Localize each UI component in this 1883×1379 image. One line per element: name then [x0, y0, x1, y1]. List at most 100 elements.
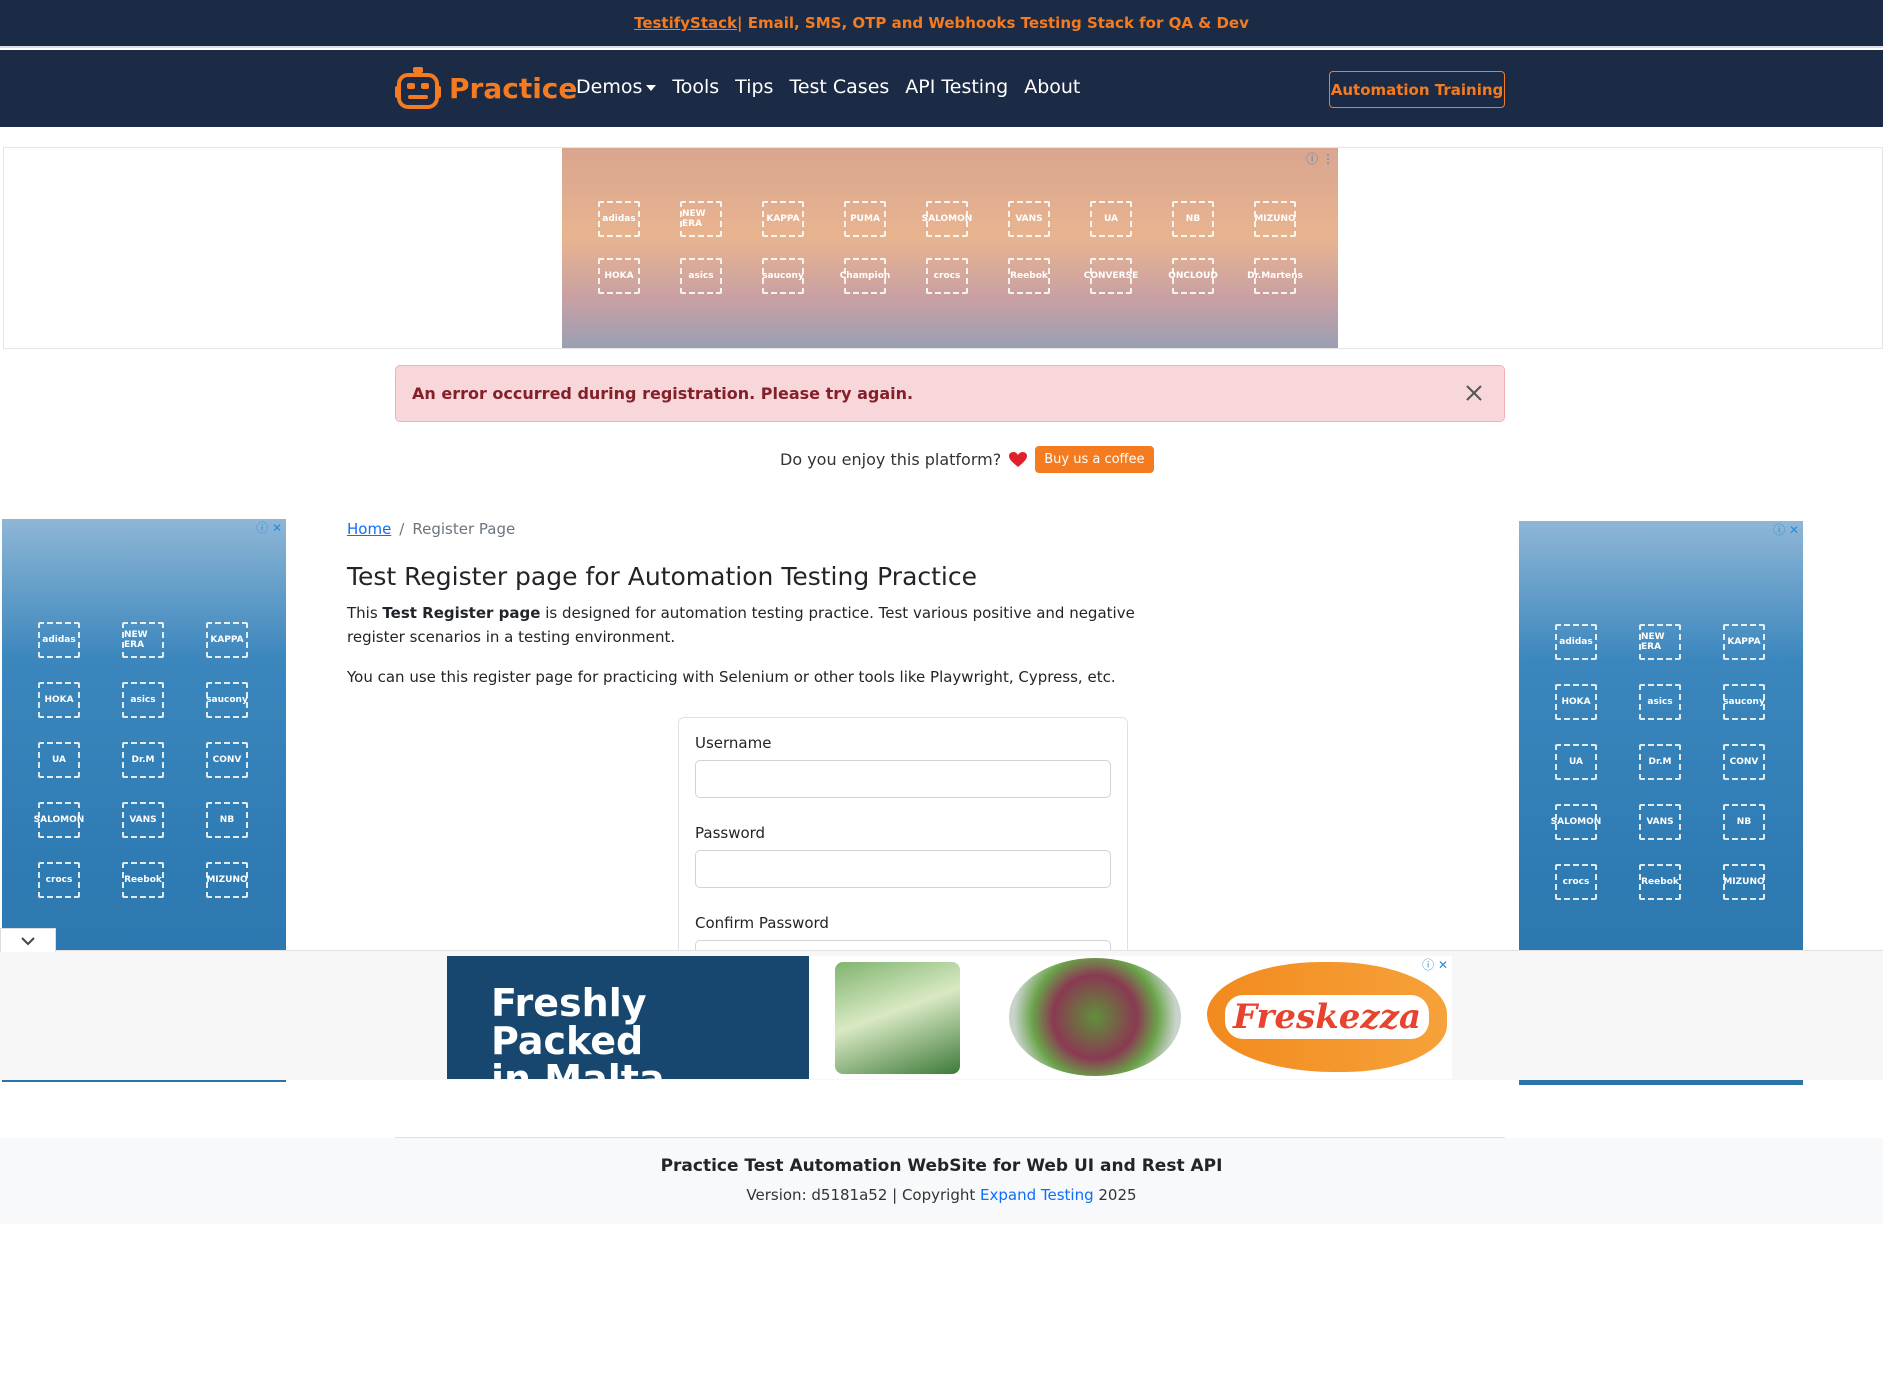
- top-ad-r1-logo-8: MIZUNO: [1254, 201, 1296, 237]
- top-ad-r1-logo-0: adidas: [598, 201, 640, 237]
- footer-copyright: Version: d5181a52 | Copyright Expand Tes…: [0, 1186, 1883, 1204]
- close-icon[interactable]: [1462, 381, 1486, 405]
- top-ad-r2-logo-2: saucony: [762, 258, 804, 294]
- side-ad-0-logo-1: NEW ERA: [122, 622, 164, 658]
- side-ad-1-logo-1: NEW ERA: [1639, 624, 1681, 660]
- collapse-ad-button[interactable]: [0, 928, 56, 952]
- top-ad-banner[interactable]: adidas NEW ERA KAPPA PUMA SALOMON VANS UA NB MIZ…: [562, 148, 1338, 348]
- nav-demos[interactable]: Demos: [576, 76, 657, 98]
- salad-bowl-image: [1009, 958, 1181, 1076]
- side-ad-0-logo-11: NB: [206, 802, 248, 838]
- page-note: You can use this register page for pract…: [347, 668, 1116, 686]
- top-ad-r2-logo-8: Dr.Martens: [1247, 258, 1303, 294]
- top-banner-text: | Email, SMS, OTP and Webhooks Testing S…: [737, 14, 1249, 32]
- top-ad-r1-logo-7: NB: [1172, 201, 1214, 237]
- top-ad-r1-logo-6: UA: [1090, 201, 1132, 237]
- side-ad-0-logo-2: KAPPA: [206, 622, 248, 658]
- nav-tools[interactable]: Tools: [672, 76, 719, 98]
- bottom-ad-banner[interactable]: Freshly Packed in Malta Freskezza ⓘ ✕: [447, 956, 1452, 1079]
- footer-year: 2025: [1093, 1186, 1137, 1204]
- navbar: Practice Demos Tools Tips Test Cases API…: [0, 50, 1883, 127]
- brand-name: Practice: [449, 71, 578, 105]
- top-ad-r2-logo-0: HOKA: [598, 258, 640, 294]
- headline-line-1: Freshly Packed: [491, 981, 647, 1063]
- side-ad-0-logo-8: CONV: [206, 742, 248, 778]
- top-ad-logo-row-2: HOKA asics saucony Champion crocs Reebok CONVE…: [598, 258, 1303, 294]
- nav-links: Demos Tools Tips Test Cases API Testing …: [576, 76, 1080, 98]
- left-ad-choices-icon[interactable]: ⓘ ✕: [256, 519, 282, 536]
- breadcrumb-separator: /: [399, 520, 405, 538]
- right-ad-choices-icon[interactable]: ⓘ ✕: [1773, 521, 1799, 538]
- nav-about[interactable]: About: [1024, 76, 1080, 98]
- side-ad-1-logo-3: HOKA: [1555, 684, 1597, 720]
- side-ad-1-logo-13: Reebok: [1639, 864, 1681, 900]
- support-prompt: Do you enjoy this platform? Buy us a cof…: [780, 446, 1154, 473]
- expand-testing-link[interactable]: Expand Testing: [980, 1186, 1094, 1204]
- side-ad-1-logo-14: MIZUNO: [1723, 864, 1765, 900]
- side-ad-0-logo-13: Reebok: [122, 862, 164, 898]
- brand-logo-link[interactable]: Practice: [395, 66, 577, 110]
- bottom-ad-headline: Freshly Packed in Malta: [447, 956, 809, 1079]
- top-ad-r1-logo-4: SALOMON: [922, 201, 972, 237]
- side-ad-1-logo-10: VANS: [1639, 804, 1681, 840]
- side-ad-1-logo-4: asics: [1639, 684, 1681, 720]
- buy-coffee-button[interactable]: Buy us a coffee: [1035, 446, 1154, 473]
- intro-prefix: This: [347, 604, 383, 622]
- side-ad-0-logo-3: HOKA: [38, 682, 80, 718]
- top-ad-r1-logo-1: NEW ERA: [680, 201, 722, 237]
- top-banner: TestifyStack | Email, SMS, OTP and Webho…: [0, 0, 1883, 48]
- adchoices-icon[interactable]: ⓘ ⋮: [1306, 150, 1334, 167]
- side-ad-0-logo-10: VANS: [122, 802, 164, 838]
- side-ad-0-logo-4: asics: [122, 682, 164, 718]
- top-ad-r1-logo-3: PUMA: [844, 201, 886, 237]
- nav-demos-label: Demos: [576, 76, 643, 98]
- breadcrumb: Home / Register Page: [347, 520, 1137, 538]
- footer-title: Practice Test Automation WebSite for Web…: [660, 1156, 1223, 1176]
- breadcrumb-home[interactable]: Home: [347, 520, 391, 538]
- confirm-password-label: Confirm Password: [695, 914, 829, 932]
- nav-test-cases[interactable]: Test Cases: [789, 76, 889, 98]
- side-ad-1-logo-12: crocs: [1555, 864, 1597, 900]
- bottom-ad-choices-icon[interactable]: ⓘ ✕: [1422, 956, 1448, 973]
- automation-training-button[interactable]: Automation Training: [1329, 71, 1505, 108]
- side-ad-0-logo-9: SALOMON: [34, 802, 84, 838]
- top-ad-r2-logo-6: CONVERSE: [1084, 258, 1138, 294]
- nav-api-testing[interactable]: API Testing: [905, 76, 1008, 98]
- top-ad-r2-logo-1: asics: [680, 258, 722, 294]
- top-ad-r2-logo-5: Reebok: [1008, 258, 1050, 294]
- username-label: Username: [695, 734, 772, 752]
- page-title: Test Register page for Automation Testin…: [347, 562, 978, 591]
- side-ad-0-logo-5: saucony: [206, 682, 248, 718]
- side-ad-0-logo-6: UA: [38, 742, 80, 778]
- side-ad-1-logo-11: NB: [1723, 804, 1765, 840]
- salad-bag-image: [835, 962, 960, 1074]
- support-text: Do you enjoy this platform?: [780, 450, 1002, 469]
- side-ad-1-logo-2: KAPPA: [1723, 624, 1765, 660]
- side-ad-0-logo-14: MIZUNO: [206, 862, 248, 898]
- password-label: Password: [695, 824, 766, 842]
- side-ad-1-logo-5: saucony: [1723, 684, 1765, 720]
- side-ad-1-logo-8: CONV: [1723, 744, 1765, 780]
- top-ad-r1-logo-2: KAPPA: [762, 201, 804, 237]
- chevron-down-icon: [21, 936, 35, 945]
- username-input[interactable]: [695, 760, 1111, 798]
- password-input[interactable]: [695, 850, 1111, 888]
- footer: Practice Test Automation WebSite for Web…: [0, 1138, 1883, 1224]
- top-ad-r2-logo-4: crocs: [926, 258, 968, 294]
- freskezza-logo: Freskezza: [1207, 962, 1447, 1072]
- nav-tips[interactable]: Tips: [735, 76, 773, 98]
- top-ad-r2-logo-3: Champion: [840, 258, 890, 294]
- top-ad-r2-logo-7: ONCLOUD: [1168, 258, 1218, 294]
- side-ad-1-logo-6: UA: [1555, 744, 1597, 780]
- main-content: Home / Register Page Test Register page …: [347, 520, 1137, 689]
- heart-icon: [1009, 451, 1028, 467]
- side-ad-1-logo-9: SALOMON: [1551, 804, 1601, 840]
- caret-down-icon: [646, 84, 657, 91]
- side-ad-1-logo-7: Dr.M: [1639, 744, 1681, 780]
- right-ad-logo-grid: adidas NEW ERA KAPPA HOKA asics saucony UA Dr.M…: [1551, 624, 1765, 900]
- intro-bold: Test Register page: [382, 604, 541, 622]
- robot-logo-icon: [395, 67, 441, 109]
- breadcrumb-current: Register Page: [412, 520, 516, 538]
- register-form: Username Password Confirm Password: [678, 717, 1128, 978]
- testifystack-link[interactable]: TestifyStack: [634, 14, 737, 32]
